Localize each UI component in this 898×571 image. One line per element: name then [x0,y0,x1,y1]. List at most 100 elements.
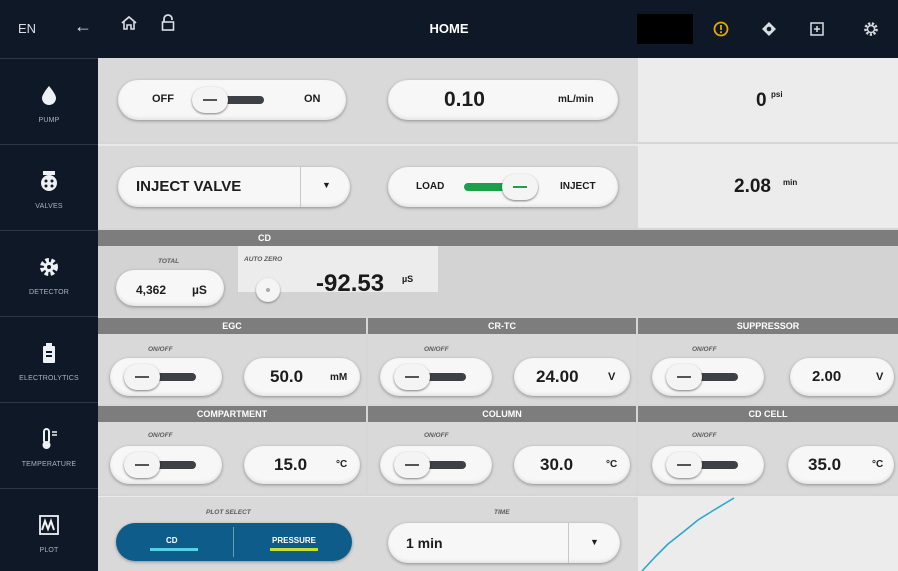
instrument-panel: EN ← HOME PUMP VALVES DETECTOR ELECTROLY… [0,0,898,571]
cdcell-temp-input[interactable]: 35.0 °C [788,446,894,484]
valve-select[interactable]: INJECT VALVE ▼ [118,167,350,207]
plot-select-toggle[interactable]: CD PRESSURE [116,523,352,561]
compartment-unit: °C [336,459,348,470]
suppressor-toggle[interactable] [652,358,764,396]
egc-toggle[interactable] [110,358,222,396]
cd-panel: TOTAL 4,362 µS AUTO ZERO -92.53 µS [98,246,898,316]
auto-zero-label: AUTO ZERO [244,256,283,263]
sidebar-item-label: PLOT [39,547,59,554]
pressure-value: 0 [756,90,767,111]
suppressor-unit: V [876,371,884,383]
plot-icon [39,515,59,535]
valves-panel: INJECT VALVE ▼ LOAD INJECT [98,144,638,228]
flow-rate-input[interactable]: 0.10 mL/min [388,80,618,120]
crtc-panel: ON/OFF 24.00 V [368,334,636,404]
total-value: 4,362 [136,283,167,297]
cd-option-label: CD [166,536,178,545]
sidebar-item-pump[interactable]: PUMP [0,58,98,144]
compartment-panel: ON/OFF 15.0 °C [98,422,366,494]
plot-time-value: 1 min [406,535,443,551]
egc-unit: mM [330,372,348,383]
sidebar-item-electrolytics[interactable]: ELECTROLYTICS [0,316,98,402]
pressure-readout: 0 psi [638,58,898,142]
cd-reading-unit: µS [402,274,414,284]
total-readout[interactable]: 4,362 µS [116,270,224,306]
cdcell-toggle[interactable] [652,446,764,484]
drop-icon [42,86,56,105]
auto-zero-button[interactable] [256,278,280,302]
sidebar-item-plot[interactable]: PLOT [0,488,98,571]
redacted-box [637,14,693,44]
crtc-toggle[interactable] [380,358,492,396]
column-temp-input[interactable]: 30.0 °C [514,446,630,484]
pressure-color-swatch [270,548,318,551]
load-inject-toggle[interactable]: LOAD INJECT [388,167,618,207]
compartment-toggle[interactable] [110,446,222,484]
valve-select-value: INJECT VALVE [136,178,242,195]
sidebar-item-temperature[interactable]: TEMPERATURE [0,402,98,488]
pressure-unit: psi [771,90,783,99]
sidebar: PUMP VALVES DETECTOR ELECTROLYTICS TEMPE… [0,58,98,571]
pump-toggle[interactable]: OFF ON [118,80,346,120]
add-box-icon[interactable] [808,20,826,38]
suppressor-header: SUPPRESSOR [638,318,898,334]
egc-panel: ON/OFF 50.0 mM [98,334,366,404]
divider [300,167,301,207]
valve-time-value: 2.08 [734,176,771,197]
suppressor-panel: ON/OFF 2.00 V [638,334,898,404]
egc-header: EGC [98,318,366,334]
sidebar-item-label: TEMPERATURE [21,461,77,468]
time-label: TIME [494,509,510,516]
plot-select-pressure[interactable]: PRESSURE [234,523,352,561]
onoff-label: ON/OFF [424,346,449,353]
valve-time-readout: 2.08 min [638,144,898,228]
onoff-label: ON/OFF [692,432,717,439]
total-unit: µS [192,283,207,297]
sidebar-item-detector[interactable]: DETECTOR [0,230,98,316]
egc-value: 50.0 [270,367,304,386]
crtc-header: CR-TC [368,318,636,334]
valve-icon [41,171,57,191]
toggle-knob[interactable] [192,87,228,113]
crtc-voltage-input[interactable]: 24.00 V [514,358,630,396]
pump-panel: OFF ON 0.10 mL/min [98,58,638,142]
crtc-unit: V [608,371,616,383]
plot-time-select[interactable]: 1 min ▼ [388,523,620,563]
detector-icon [40,258,58,276]
top-bar: EN ← HOME [0,0,898,58]
off-label: OFF [152,93,174,105]
onoff-label: ON/OFF [424,432,449,439]
compartment-temp-input[interactable]: 15.0 °C [244,446,360,484]
on-label: ON [304,93,321,105]
pressure-option-label: PRESSURE [272,536,317,545]
egc-concentration-input[interactable]: 50.0 mM [244,358,360,396]
alert-icon[interactable] [712,20,730,38]
cd-reading-value: -92.53 [316,270,385,297]
chevron-down-icon: ▼ [322,180,331,190]
cd-color-swatch [150,548,198,551]
plot-trace-line [641,497,735,571]
compartment-header: COMPARTMENT [98,406,366,422]
flow-value: 0.10 [444,88,485,111]
plot-select-cd[interactable]: CD [116,523,234,561]
flow-unit: mL/min [558,94,594,105]
cdcell-unit: °C [872,459,884,470]
inject-label: INJECT [560,181,596,192]
sidebar-item-label: VALVES [35,203,63,210]
load-label: LOAD [416,181,445,192]
settings-icon[interactable] [862,20,880,38]
cdcell-value: 35.0 [808,455,842,474]
onoff-label: ON/OFF [148,346,173,353]
plot-trace [641,497,735,571]
total-label: TOTAL [158,258,180,265]
plot-area [638,496,898,571]
sidebar-item-label: DETECTOR [29,289,69,296]
toggle-knob[interactable] [502,174,538,200]
crtc-value: 24.00 [536,367,579,386]
column-unit: °C [606,459,618,470]
diamond-icon[interactable] [760,20,778,38]
suppressor-voltage-input[interactable]: 2.00 V [790,358,894,396]
column-toggle[interactable] [380,446,492,484]
sidebar-item-valves[interactable]: VALVES [0,144,98,230]
column-header: COLUMN [368,406,636,422]
